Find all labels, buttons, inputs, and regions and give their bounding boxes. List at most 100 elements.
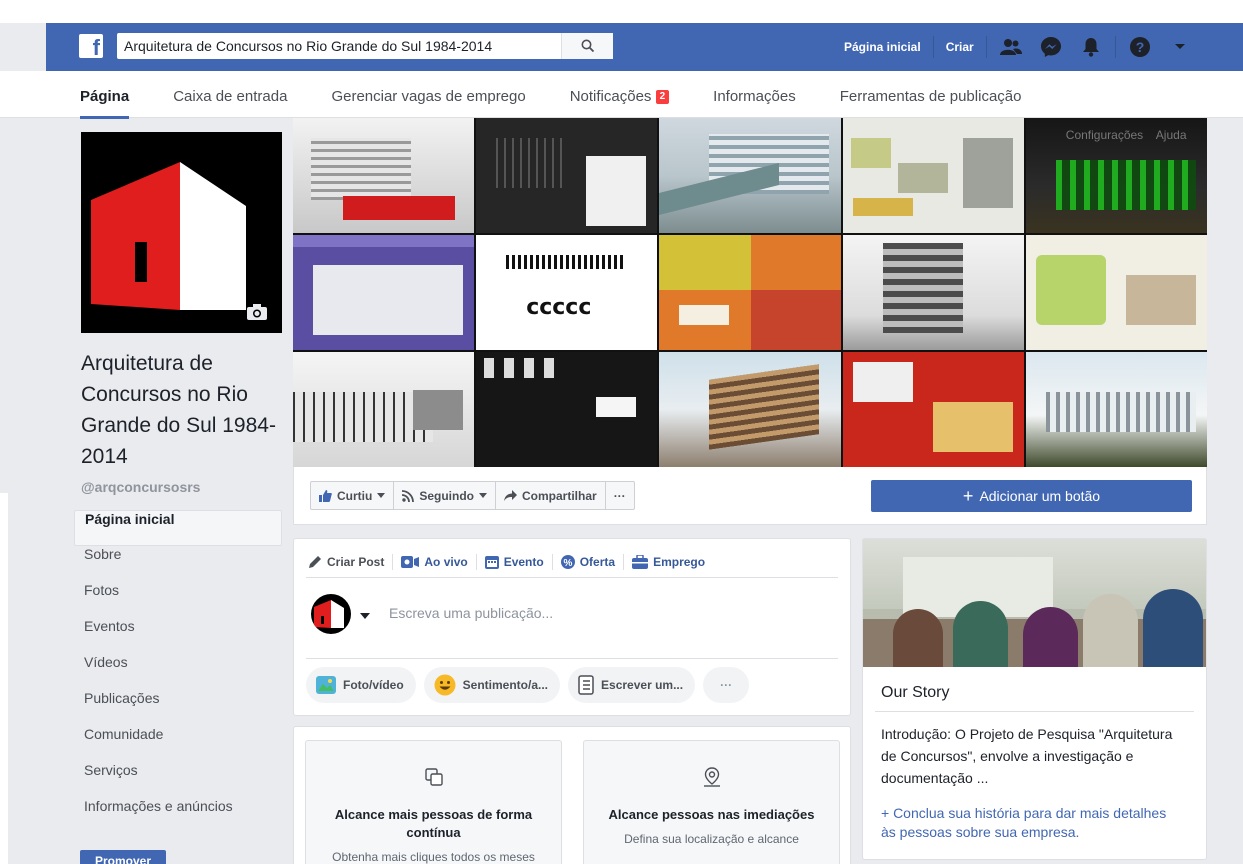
sidebar-item-community[interactable]: Comunidade — [74, 726, 282, 762]
photo-icon — [316, 676, 336, 694]
cover-tile — [1025, 235, 1207, 350]
tab-page[interactable]: Página — [80, 71, 130, 119]
story-divider — [875, 711, 1194, 712]
tab-notifications[interactable]: Notificações 2 — [570, 71, 670, 118]
tab-inbox[interactable]: Caixa de entrada — [173, 71, 287, 118]
add-button-cta[interactable]: + Adicionar um botão — [871, 480, 1192, 512]
home-link[interactable]: Página inicial — [836, 40, 929, 54]
cover-tile — [842, 118, 1024, 233]
account-menu-caret-icon[interactable] — [1166, 33, 1194, 61]
sidebar-item-posts[interactable]: Publicações — [74, 690, 282, 726]
left-white-strip — [0, 493, 8, 864]
top-navbar: f Página inicial Criar ? — [46, 23, 1243, 71]
cover-tile — [842, 352, 1024, 467]
event-tab[interactable]: Evento — [477, 554, 553, 570]
page-handle[interactable]: @arqconcursosrs — [81, 479, 200, 495]
promo-card-continuous[interactable]: Alcance mais pessoas de forma contínua O… — [305, 740, 562, 864]
promo-title: Alcance pessoas nas imediações — [608, 807, 815, 822]
cover-tile — [659, 352, 841, 467]
promo-subtitle: Defina sua localização e alcance — [624, 832, 799, 846]
copy-pages-icon — [424, 768, 443, 786]
create-link[interactable]: Criar — [938, 40, 982, 54]
composer-input[interactable]: Escreva uma publicação... — [389, 605, 553, 621]
briefcase-icon — [632, 555, 649, 569]
cover-tile — [476, 352, 658, 467]
photo-video-pill[interactable]: Foto/vídeo — [306, 667, 416, 703]
cover-tile: Configurações Ajuda — [1025, 118, 1207, 233]
tab-jobs[interactable]: Gerenciar vagas de emprego — [331, 71, 525, 118]
sidebar-item-photos[interactable]: Fotos — [74, 582, 282, 618]
offer-tab[interactable]: % Oferta — [553, 554, 625, 570]
avatar-switch-caret-icon[interactable] — [360, 613, 370, 619]
promo-card-local[interactable]: Alcance pessoas nas imediações Defina su… — [583, 740, 840, 864]
liked-button[interactable]: Curtiu — [311, 482, 395, 509]
search-icon — [581, 39, 594, 53]
complete-story-link[interactable]: + Conclua sua história para dar mais det… — [881, 804, 1181, 842]
sidebar-item-info-ads[interactable]: Informações e anúncios — [74, 798, 282, 834]
profile-picture[interactable] — [81, 132, 282, 333]
nav-right: Página inicial Criar ? — [836, 23, 1200, 71]
composer-divider — [306, 658, 838, 659]
notification-badge: 2 — [655, 90, 670, 104]
pencil-icon — [309, 556, 321, 568]
sidebar-item-videos[interactable]: Vídeos — [74, 654, 282, 690]
tab-insights[interactable]: Informações — [713, 71, 796, 118]
search-input[interactable] — [124, 38, 564, 54]
sidebar-item-services[interactable]: Serviços — [74, 762, 282, 798]
messenger-icon[interactable] — [1037, 33, 1065, 61]
our-story-card[interactable]: Our Story Introdução: O Projeto de Pesqu… — [862, 538, 1207, 860]
help-icon[interactable]: ? — [1126, 33, 1154, 61]
sidebar-item-home[interactable]: Página inicial — [74, 510, 282, 546]
share-button[interactable]: Compartilhar — [496, 482, 606, 509]
thumbs-up-icon — [319, 489, 332, 502]
following-button[interactable]: Seguindo — [394, 482, 496, 509]
story-photo — [863, 539, 1206, 667]
cover-photo[interactable]: Configurações Ajuda ccccc — [293, 118, 1207, 467]
more-options-pill[interactable]: ··· — [703, 667, 750, 703]
sidebar-item-events[interactable]: Eventos — [74, 618, 282, 654]
nav-separator — [1114, 36, 1116, 58]
page-action-bar: Curtiu Seguindo Compartilhar ··· + Adici… — [293, 467, 1207, 525]
write-note-pill[interactable]: Escrever um... — [568, 667, 696, 703]
cover-tile — [659, 235, 841, 350]
cover-tile — [659, 118, 841, 233]
location-pin-icon — [703, 767, 720, 787]
search-button[interactable] — [561, 33, 613, 59]
svg-text:?: ? — [1135, 39, 1144, 55]
cover-tile — [842, 235, 1024, 350]
composer-divider — [306, 577, 838, 578]
page-tab-strip: Página Caixa de entrada Gerenciar vagas … — [0, 71, 1243, 119]
sidebar-item-about[interactable]: Sobre — [74, 546, 282, 582]
rss-icon — [402, 489, 415, 502]
notebook-icon — [578, 675, 594, 695]
action-button-group: Curtiu Seguindo Compartilhar ··· — [310, 481, 635, 510]
camera-icon[interactable] — [246, 303, 268, 321]
facebook-logo-icon[interactable]: f — [79, 34, 103, 60]
cover-tile — [293, 118, 475, 233]
promo-cards-section: Alcance mais pessoas de forma contínua O… — [293, 726, 851, 864]
notifications-bell-icon[interactable] — [1077, 33, 1105, 61]
help-overlay-text: Ajuda — [1155, 128, 1187, 142]
nav-separator — [985, 36, 987, 58]
svg-text:%: % — [563, 558, 572, 569]
cover-tile: ccccc — [476, 235, 658, 350]
share-arrow-icon — [504, 490, 517, 501]
chevron-down-icon — [479, 493, 487, 498]
create-post-tab[interactable]: Criar Post — [306, 554, 394, 570]
chevron-down-icon — [377, 493, 386, 498]
offer-percent-icon: % — [560, 555, 575, 569]
tab-publishing-tools[interactable]: Ferramentas de publicação — [840, 71, 1022, 118]
live-video-tab[interactable]: Ao vivo — [393, 554, 477, 570]
page-avatar[interactable] — [311, 594, 351, 634]
more-actions-button[interactable]: ··· — [606, 482, 634, 509]
settings-overlay-text: Configurações — [1065, 128, 1144, 142]
job-tab[interactable]: Emprego — [624, 554, 713, 570]
feeling-activity-pill[interactable]: Sentimento/a... — [423, 667, 561, 703]
promo-title: Alcance mais pessoas de forma contínua — [334, 807, 533, 840]
promote-button[interactable]: Promover — [80, 850, 166, 864]
friend-requests-icon[interactable] — [997, 33, 1025, 61]
plus-icon: + — [962, 486, 974, 506]
story-text: Introdução: O Projeto de Pesquisa "Arqui… — [881, 726, 1173, 786]
post-composer: Criar Post Ao vivo Evento % Oferta Empre… — [293, 538, 851, 716]
composer-pill-row: Foto/vídeo Sentimento/a... Escrever um..… — [306, 667, 750, 703]
